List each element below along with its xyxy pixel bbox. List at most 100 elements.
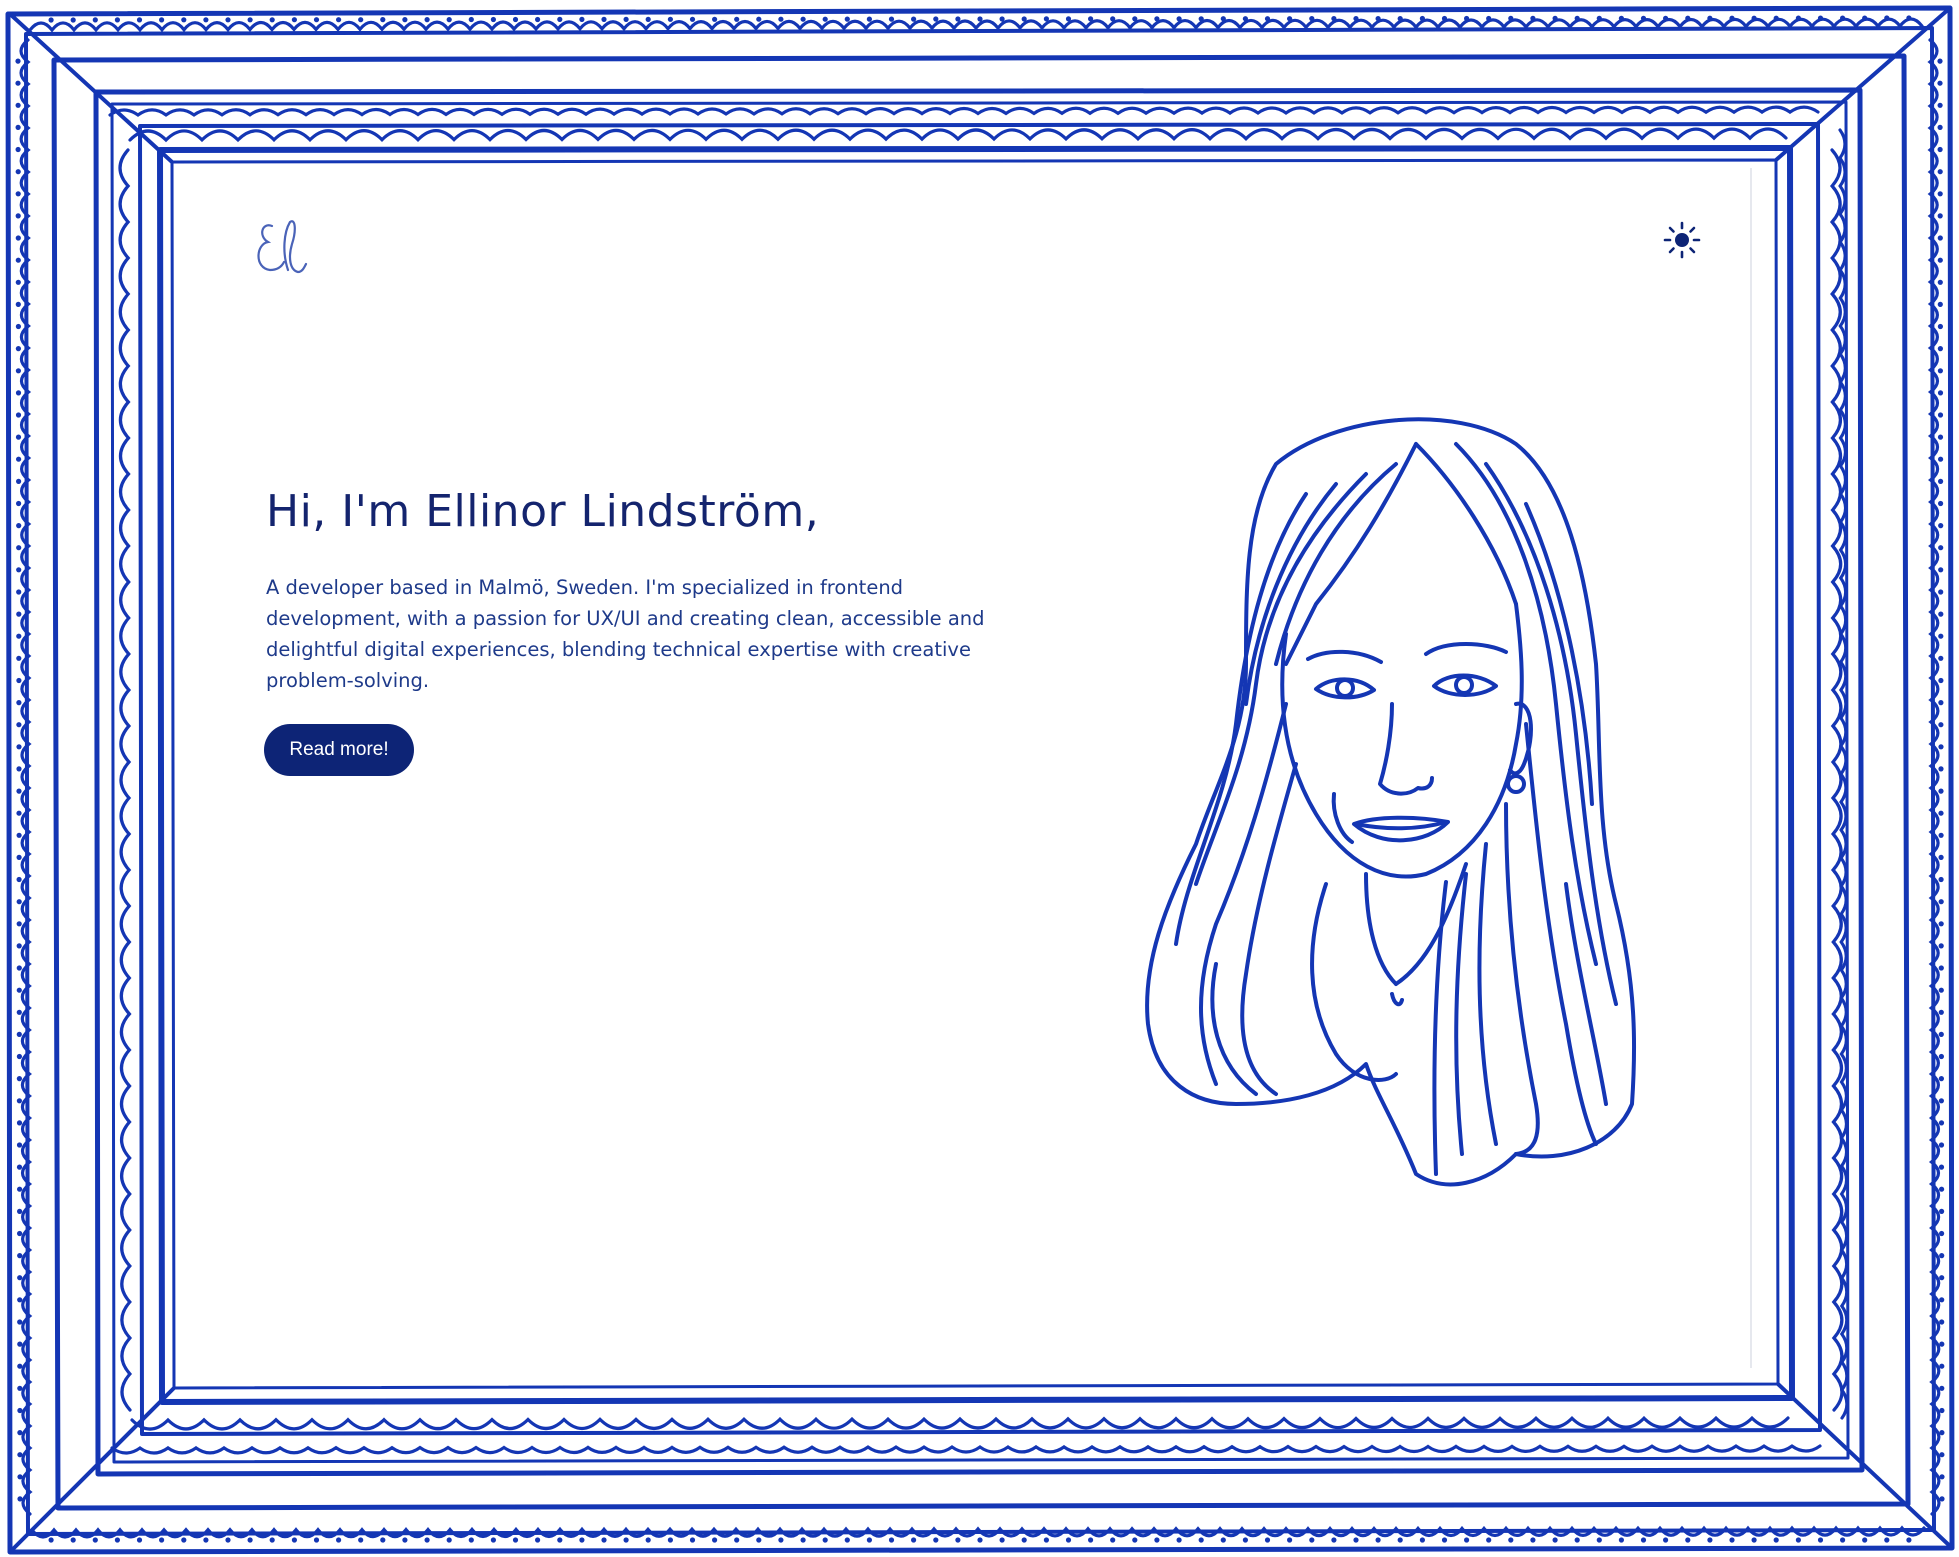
frame-dot — [1840, 15, 1846, 21]
frame-dot — [468, 1537, 474, 1543]
frame-dot — [424, 1537, 430, 1543]
frame-scallop — [1927, 38, 1941, 1516]
frame-dot — [645, 16, 651, 22]
frame-dot — [1397, 1537, 1403, 1543]
logo[interactable]: El — [252, 212, 308, 284]
frame-dot — [1939, 1186, 1945, 1192]
frame-dot — [1685, 1537, 1691, 1543]
frame-dot — [16, 456, 22, 462]
frame-dot — [468, 16, 474, 23]
frame-dot — [734, 1537, 740, 1543]
frame-dot — [557, 1537, 563, 1543]
frame-dot — [1938, 854, 1944, 861]
frame-dot — [1508, 15, 1514, 21]
frame-dot — [1938, 943, 1944, 949]
frame-dot — [1309, 16, 1315, 22]
frame-dot — [601, 16, 607, 22]
frame-dot — [16, 744, 22, 750]
frame-dot — [1938, 788, 1944, 794]
frame-dot — [490, 16, 496, 23]
frame-dot — [16, 567, 22, 573]
frame-dot — [977, 1537, 983, 1543]
frame-dot — [16, 589, 22, 595]
frame-dot — [1110, 16, 1116, 22]
frame-dot — [380, 17, 386, 23]
frame-dot — [1937, 368, 1943, 374]
theme-toggle-button[interactable] — [1662, 220, 1702, 260]
frame-dot — [16, 722, 22, 728]
frame-dot — [579, 16, 585, 22]
frame-dot — [16, 1164, 23, 1170]
frame-dot — [712, 16, 718, 22]
frame-dot — [1552, 15, 1558, 21]
frame-scallop — [1838, 128, 1849, 1420]
frame-dot — [358, 1537, 364, 1543]
frame-dot — [16, 545, 22, 551]
frame-dot — [17, 1341, 23, 1347]
frame-dot — [844, 1537, 850, 1543]
frame-dot — [1773, 1537, 1779, 1543]
frame-dot — [16, 655, 22, 661]
frame-dot — [16, 1076, 22, 1082]
frame-dot — [1937, 58, 1943, 64]
frame-dot — [15, 434, 22, 440]
frame-dot — [136, 17, 143, 23]
frame-dot — [1043, 16, 1049, 22]
frame-dot — [1287, 16, 1293, 22]
frame-dot — [1176, 16, 1182, 22]
frame-dot — [1751, 15, 1757, 21]
frame-dot — [446, 1537, 452, 1543]
frame-dot — [1937, 346, 1943, 352]
frame-dot — [16, 854, 22, 861]
frame-dot — [1375, 16, 1381, 22]
frame-dot — [15, 58, 21, 64]
frame-dot — [16, 478, 22, 484]
frame-dot — [911, 16, 917, 22]
frame-dot — [136, 1537, 143, 1543]
frame-dot — [16, 700, 22, 706]
frame-dot — [1939, 1407, 1945, 1414]
frame-dot — [313, 1537, 320, 1543]
frame-dot — [1938, 876, 1944, 883]
frame-dot — [1220, 1537, 1226, 1543]
frame-dot — [1685, 15, 1691, 21]
sun-icon — [1663, 221, 1701, 259]
frame-dot — [1937, 257, 1943, 263]
read-more-button[interactable]: Read more! — [264, 724, 414, 776]
frame-dot — [623, 16, 629, 22]
frame-dot — [1906, 15, 1912, 21]
frame-dot — [114, 17, 120, 23]
frame-dot — [15, 257, 21, 263]
frame-dot — [1939, 1297, 1945, 1303]
frame-dot — [1939, 1230, 1945, 1237]
frame-dot — [16, 899, 22, 905]
frame-dot — [15, 412, 22, 418]
frame-dot — [756, 1537, 762, 1543]
frame-dot — [17, 1407, 23, 1414]
frame-dot — [1938, 766, 1944, 772]
frame-dot — [1938, 1009, 1944, 1015]
frame-dot — [16, 677, 22, 684]
frame-dot — [15, 301, 21, 307]
frame-dot — [247, 17, 253, 23]
frame-dot — [15, 169, 21, 175]
frame-dot — [955, 16, 961, 22]
frame-dot — [15, 146, 21, 153]
frame-dot — [888, 16, 895, 22]
frame-dot — [1938, 1120, 1945, 1126]
frame-dot — [1817, 15, 1824, 21]
frame-dot — [1242, 1537, 1248, 1543]
frame-dot — [17, 1186, 23, 1192]
frame-dot — [15, 124, 21, 130]
frame-dot — [933, 1537, 939, 1543]
frame-dot — [535, 1537, 541, 1543]
frame-dot — [1021, 16, 1027, 22]
frame-dot — [999, 16, 1005, 22]
frame-dot — [225, 1537, 231, 1543]
frame-dot — [1939, 1385, 1945, 1391]
frame-dot — [1862, 15, 1868, 21]
frame-dot — [16, 965, 22, 971]
frame-dot — [17, 1452, 23, 1458]
frame-dot — [1938, 456, 1944, 462]
frame-dot — [114, 1537, 120, 1543]
